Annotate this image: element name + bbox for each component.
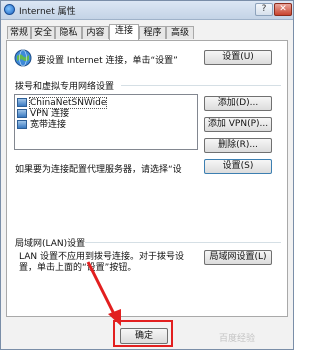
title-bar[interactable]: Internet 属性 ? ✕ — [1, 1, 293, 20]
lan-group-label: 局域网(LAN)设置 — [15, 239, 86, 249]
help-button[interactable]: ? — [255, 3, 273, 16]
tab-security[interactable]: 安全 — [31, 26, 55, 39]
setup-button[interactable]: 设置(U) — [204, 50, 272, 65]
tab-advanced[interactable]: 高级 — [166, 26, 194, 39]
lan-description-line2: 置，单击上面的“设置”按钮。 — [19, 263, 137, 273]
close-button[interactable]: ✕ — [274, 3, 292, 16]
globe-icon — [14, 49, 32, 67]
internet-explorer-icon — [4, 4, 15, 15]
settings-button[interactable]: 设置(S) — [204, 159, 272, 174]
group-divider — [85, 242, 281, 243]
setup-description: 要设置 Internet 连接，单击“设置” — [37, 56, 178, 66]
connection-list[interactable]: ChinaNetSNWide VPN 连接 宽带连接 — [14, 94, 198, 150]
add-vpn-button[interactable]: 添加 VPN(P)... — [204, 117, 272, 132]
tab-connections[interactable]: 连接 — [109, 24, 139, 40]
list-item[interactable]: 宽带连接 — [17, 120, 66, 131]
dialup-group-label: 拨号和虚拟专用网络设置 — [15, 82, 115, 92]
window-title: Internet 属性 — [19, 7, 76, 17]
list-item[interactable]: VPN 连接 — [17, 109, 69, 120]
network-connection-icon — [17, 109, 27, 118]
tab-general[interactable]: 常规 — [7, 26, 31, 39]
watermark: 百度经验 — [219, 334, 256, 344]
connections-panel: 要设置 Internet 连接，单击“设置” 设置(U) 拨号和虚拟专用网络设置… — [6, 40, 288, 317]
remove-button[interactable]: 删除(R)... — [204, 138, 272, 153]
tab-content[interactable]: 内容 — [82, 26, 109, 39]
group-divider — [121, 85, 281, 86]
tab-programs[interactable]: 程序 — [139, 26, 166, 39]
internet-properties-dialog: Internet 属性 ? ✕ 常规 安全 隐私 内容 连接 程序 高级 要设置… — [0, 0, 294, 350]
lan-settings-button[interactable]: 局域网设置(L) — [204, 250, 272, 265]
network-connection-icon — [17, 120, 27, 129]
add-button[interactable]: 添加(D)... — [204, 96, 272, 111]
network-connection-icon — [17, 98, 27, 107]
ok-button[interactable]: 确定 — [120, 328, 168, 344]
list-item[interactable]: ChinaNetSNWide — [17, 97, 108, 109]
proxy-description: 如果要为连接配置代理服务器，请选择“设 — [15, 165, 182, 175]
tab-privacy[interactable]: 隐私 — [55, 26, 82, 39]
